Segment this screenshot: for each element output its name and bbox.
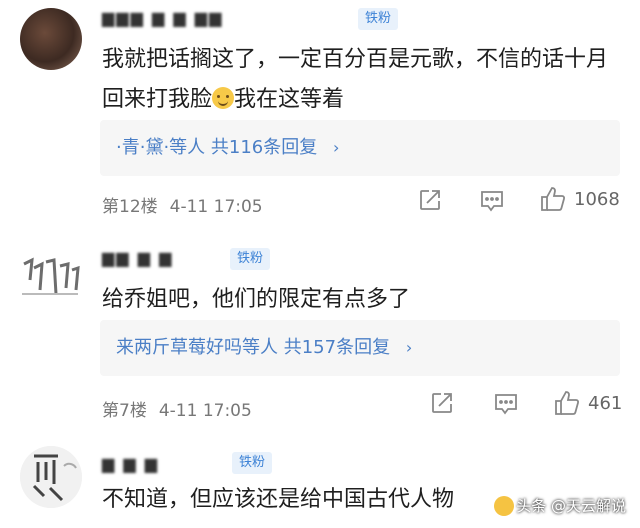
laughing-emoji-icon bbox=[494, 495, 515, 516]
share-icon bbox=[420, 190, 440, 210]
avatar-image bbox=[20, 250, 82, 312]
reply-count: 共116条回复 bbox=[210, 137, 318, 158]
thumbs-up-icon bbox=[541, 187, 566, 211]
reply-users: ·青·黛·等人 bbox=[116, 137, 206, 158]
comment-button[interactable] bbox=[480, 190, 504, 212]
reply-count: 共157条回复 bbox=[283, 337, 391, 358]
comment-text-part: 我在这等着 bbox=[234, 87, 345, 112]
share-button[interactable] bbox=[418, 188, 442, 212]
avatar[interactable] bbox=[20, 446, 82, 508]
like-count: 1068 bbox=[574, 188, 620, 210]
username[interactable]: ▆ ▆ ▆ bbox=[102, 454, 222, 473]
reply-summary-box[interactable]: ·青·黛·等人 共116条回复 › bbox=[100, 120, 620, 176]
fan-badge: 铁粉 bbox=[358, 8, 399, 30]
comment-date: 4-11 17:05 bbox=[158, 401, 252, 421]
like-count: 461 bbox=[588, 392, 623, 414]
share-button[interactable] bbox=[430, 391, 454, 415]
comment-icon bbox=[495, 394, 517, 415]
comment-icon bbox=[481, 191, 503, 212]
watermark: 头条 @天云解说 bbox=[494, 495, 626, 516]
reply-users: 来两斤草莓好吗等人 bbox=[116, 337, 278, 358]
avatar-image bbox=[20, 446, 82, 508]
comment-text: 不知道，但应该还是给中国古代人物 bbox=[102, 487, 455, 512]
avatar[interactable] bbox=[20, 250, 82, 312]
comment-text-part: 我就把话搁这了，一定百分百是元歌，不信的话十月回来打我脸 bbox=[102, 47, 609, 112]
username[interactable]: ▆▆▆ ▆ ▆ ▆▆ bbox=[102, 8, 223, 27]
fan-badge: 铁粉 bbox=[232, 452, 273, 474]
thumbs-up-icon bbox=[555, 391, 580, 415]
avatar[interactable] bbox=[20, 8, 82, 70]
fan-badge: 铁粉 bbox=[230, 248, 271, 270]
comment-meta: 第7楼 4-11 17:05 bbox=[102, 396, 252, 421]
comment-text: 我就把话搁这了，一定百分百是元歌，不信的话十月回来打我脸 我在这等着 bbox=[102, 40, 622, 120]
like-button[interactable]: 1068 bbox=[540, 186, 620, 212]
comment-item: ▆▆▆ ▆ ▆ ▆▆ 铁粉 我就把话搁这了，一定百分百是元歌，不信的话十月回来打… bbox=[0, 0, 640, 224]
floor-number: 第7楼 bbox=[102, 401, 147, 421]
username[interactable]: ▆▆ ▆ ▆ bbox=[102, 248, 218, 267]
comment-button[interactable] bbox=[494, 393, 518, 415]
comment-date: 4-11 17:05 bbox=[169, 197, 263, 217]
grinning-cat-emoji-icon bbox=[212, 87, 235, 109]
like-button[interactable]: 461 bbox=[554, 390, 622, 416]
watermark-text: 头条 @天云解说 bbox=[516, 497, 626, 515]
chevron-right-icon: › bbox=[333, 138, 340, 157]
comment-text: 给乔姐吧，他们的限定有点多了 bbox=[102, 287, 411, 312]
comment-item: ▆▆ ▆ ▆ 铁粉 给乔姐吧，他们的限定有点多了 来两斤草莓好吗等人 共157条… bbox=[0, 224, 640, 430]
reply-summary-box[interactable]: 来两斤草莓好吗等人 共157条回复 › bbox=[100, 320, 620, 376]
floor-number: 第12楼 bbox=[102, 197, 158, 217]
comment-meta: 第12楼 4-11 17:05 bbox=[102, 192, 263, 217]
share-icon bbox=[432, 393, 452, 413]
chevron-right-icon: › bbox=[405, 338, 413, 357]
